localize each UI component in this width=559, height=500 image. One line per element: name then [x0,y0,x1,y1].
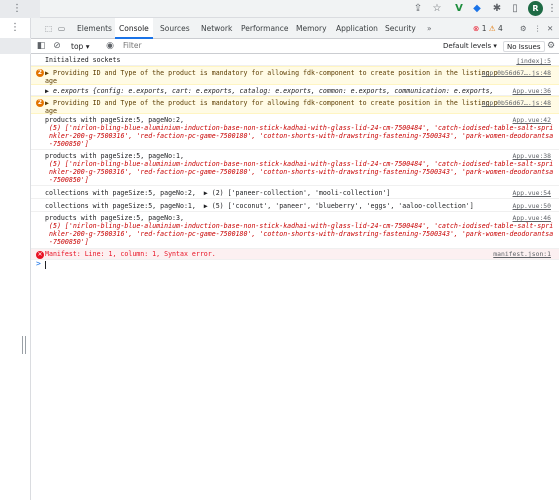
log-entry: ▶ e.exports {config: e.exports, cart: e.… [31,85,559,96]
log-levels-dropdown[interactable]: Default levels ▾ [443,40,497,53]
log-message[interactable]: ▶ Providing ID and Type of the product i… [45,99,501,115]
context-label: top [71,42,84,51]
log-source-link[interactable]: manifest.json:1 [493,250,551,258]
page-viewport: ⋮ [0,18,31,500]
browser-left-strip: ⋮ [0,0,40,18]
log-message: products with pageSize:5, pageNo:2, [45,116,184,124]
log-source-link[interactable]: App.vue:36 [513,87,551,95]
more-tabs-icon[interactable]: » [427,18,432,39]
warning-repeat-count: 2 [36,99,44,107]
error-count-icon: ⊗ [473,24,480,33]
log-message[interactable]: collections with pageSize:5, pageNo:2, ▶… [45,189,501,197]
log-message[interactable]: ▶ e.exports {config: e.exports, cart: e.… [45,87,493,95]
error-entry: ✕ Manifest: Line: 1, column: 1, Syntax e… [31,249,559,260]
close-devtools-icon[interactable]: ✕ [547,18,553,39]
error-count: 1 [481,24,487,33]
log-message[interactable]: collections with pageSize:5, pageNo:1, ▶… [45,202,501,210]
text-caret [45,261,46,269]
vue-devtools-icon[interactable]: V [452,2,466,16]
tab-console[interactable]: Console [115,18,153,39]
log-source-link[interactable]: App.vue:54 [513,189,551,197]
console-log-area: Initialized sockets [index]:5 2 ▶ Provid… [31,55,559,500]
tab-performance[interactable]: Performance [241,18,289,39]
log-levels-label: Default levels [443,42,492,50]
console-prompt-row[interactable]: > [31,260,559,272]
page-strip [0,38,31,54]
console-sidebar-icon[interactable]: ◧ [35,40,47,53]
log-entry: products with pageSize:5, pageNo:3, (5) … [31,212,559,249]
log-message: products with pageSize:5, pageNo:1, [45,152,184,160]
extensions-puzzle-icon[interactable]: ✱ [490,2,504,16]
log-source-link[interactable]: App.vue:42 [513,116,551,124]
log-entry: collections with pageSize:5, pageNo:2, ▶… [31,186,559,199]
extension-icon[interactable]: ◆ [470,2,484,16]
warning-repeat-count: 2 [36,69,44,77]
page-menu-icon[interactable]: ⋮ [10,22,20,33]
log-source-link[interactable]: app.0b56d67….js:48 [482,69,551,77]
log-array-detail[interactable]: (5) ['nirlon-bling-blue-aluminium-induct… [49,222,555,246]
log-message: Initialized sockets [45,56,121,64]
log-source-link[interactable]: app.0b56d67….js:48 [482,99,551,107]
log-entry: Initialized sockets [index]:5 [31,55,559,66]
warning-entry: 2 ▶ Providing ID and Type of the product… [31,96,559,115]
warning-entry: 2 ▶ Providing ID and Type of the product… [31,66,559,85]
devtools-panel: ⬚ ▭ Elements Console Sources Network Per… [31,18,559,500]
clear-console-icon[interactable]: ⊘ [51,40,63,53]
issues-button[interactable]: No Issues [503,41,545,52]
error-icon: ✕ [36,251,44,259]
sidebar-icon[interactable]: ▯ [508,2,522,16]
log-array-detail[interactable]: (5) ['nirlon-bling-blue-aluminium-induct… [49,160,555,184]
tab-security[interactable]: Security [385,18,416,39]
filter-input[interactable] [123,40,443,52]
log-entry: products with pageSize:5, pageNo:1, (5) … [31,150,559,186]
issues-counter[interactable]: ⊗ 1 ⚠ 4 [473,18,503,39]
chevron-down-icon: ▾ [493,42,497,50]
devtools-menu-icon[interactable]: ⋮ [534,18,542,39]
tab-sources[interactable]: Sources [160,18,190,39]
log-source-link[interactable]: App.vue:46 [513,214,551,222]
inspect-element-icon[interactable]: ⬚ [45,18,52,39]
log-array-detail[interactable]: (5) ['nirlon-bling-blue-aluminium-induct… [49,124,555,148]
warning-count: 4 [497,24,503,33]
log-entry: collections with pageSize:5, pageNo:1, ▶… [31,199,559,212]
more-vertical-icon[interactable]: ⋮ [10,2,24,16]
context-selector[interactable]: top ▾ [71,40,101,53]
device-toolbar-icon[interactable]: ▭ [58,18,65,39]
share-icon[interactable]: ⇪ [411,2,425,16]
warning-count-icon: ⚠ [488,24,496,33]
log-message: products with pageSize:5, pageNo:3, [45,214,184,222]
console-toolbar: ◧ ⊘ top ▾ ◉ Default levels ▾ No Issues ⚙ [31,39,559,54]
avatar[interactable]: R [528,1,543,16]
prompt-chevron-icon: > [36,259,41,268]
console-settings-gear-icon[interactable]: ⚙ [545,40,557,53]
live-expression-eye-icon[interactable]: ◉ [103,40,117,53]
panel-resize-handle[interactable] [22,336,26,354]
log-source-link[interactable]: App.vue:38 [513,152,551,160]
tab-elements[interactable]: Elements [77,18,112,39]
tab-memory[interactable]: Memory [296,18,327,39]
tab-network[interactable]: Network [201,18,232,39]
bookmark-star-icon[interactable]: ☆ [430,2,444,16]
browser-toolbar: ⋮ ⇪ ☆ V ◆ ✱ ▯ R ⋮ [0,0,559,18]
browser-menu-icon[interactable]: ⋮ [545,2,559,16]
log-entry: products with pageSize:5, pageNo:2, (5) … [31,114,559,150]
chevron-down-icon: ▾ [85,42,90,51]
devtools-tab-bar: ⬚ ▭ Elements Console Sources Network Per… [31,18,559,39]
log-source-link[interactable]: App.vue:50 [513,202,551,210]
settings-gear-icon[interactable]: ⚙ [520,18,527,39]
log-message[interactable]: ▶ Providing ID and Type of the product i… [45,69,501,85]
log-source-link[interactable]: [index]:5 [516,57,551,65]
tab-application[interactable]: Application [336,18,378,39]
log-message: Manifest: Line: 1, column: 1, Syntax err… [45,250,216,258]
